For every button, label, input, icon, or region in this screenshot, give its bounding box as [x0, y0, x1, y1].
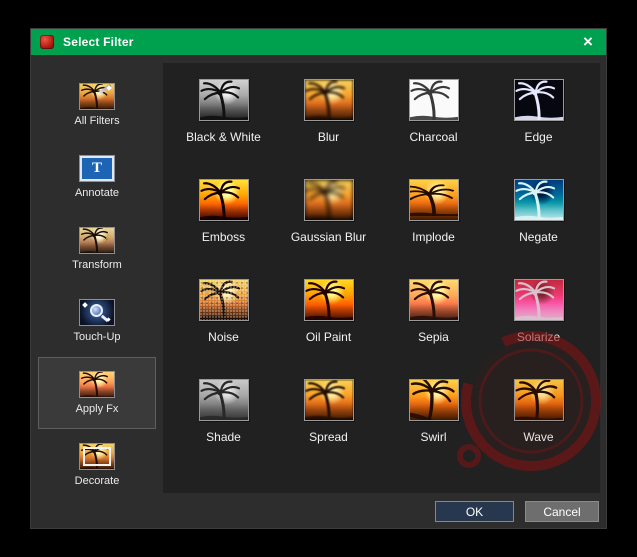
- filter-thumbnail: [198, 179, 249, 221]
- apply-fx-icon: [79, 371, 115, 398]
- category-sidebar: All Filters T Annotate → Transform Touch…: [31, 55, 163, 528]
- filter-label: Shade: [206, 430, 241, 444]
- filter-item-sepia[interactable]: Sepia: [381, 271, 486, 371]
- filter-item-emboss[interactable]: Emboss: [171, 171, 276, 271]
- filter-item-wave[interactable]: Wave: [486, 371, 591, 471]
- filter-thumbnail: [408, 279, 459, 321]
- sidebar-item-label: All Filters: [74, 115, 120, 127]
- decorate-icon: [79, 443, 115, 470]
- filter-item-black-white[interactable]: Black & White: [171, 71, 276, 171]
- touch-up-icon: [79, 299, 115, 326]
- filter-label: Negate: [519, 230, 558, 244]
- filter-label: Edge: [524, 130, 553, 144]
- filter-label: Emboss: [201, 230, 246, 244]
- filter-thumbnail: [408, 79, 459, 121]
- filter-thumbnail: [408, 379, 459, 421]
- filter-thumbnail: [198, 379, 249, 421]
- filter-thumbnail: [513, 379, 564, 421]
- filter-label: Oil Paint: [305, 330, 352, 344]
- sidebar-item-label: Transform: [72, 259, 122, 271]
- dialog-title: Select Filter: [63, 35, 134, 49]
- filter-label: Wave: [523, 430, 554, 444]
- filter-thumbnail: [198, 279, 249, 321]
- sparkle-icon: [106, 317, 111, 322]
- filter-thumbnail: [198, 79, 249, 121]
- sparkle-icon: [82, 302, 88, 308]
- filter-label: Black & White: [186, 130, 261, 144]
- titlebar: Select Filter ×: [31, 29, 606, 55]
- sidebar-item-decorate[interactable]: Decorate: [38, 429, 156, 501]
- filter-thumbnail: [513, 79, 564, 121]
- sidebar-item-transform[interactable]: → Transform: [38, 213, 156, 285]
- filter-label: Blur: [317, 130, 340, 144]
- filter-item-edge[interactable]: Edge: [486, 71, 591, 171]
- filter-label: Implode: [412, 230, 455, 244]
- filter-label: Charcoal: [409, 130, 458, 144]
- filter-grid-panel: Black & White Blur Charcoal Edge Emboss …: [163, 63, 600, 493]
- filter-thumbnail: [513, 279, 564, 321]
- filter-label: Noise: [208, 330, 239, 344]
- filter-item-oil-paint[interactable]: Oil Paint: [276, 271, 381, 371]
- select-filter-dialog: Select Filter × All Filters T Annotate →…: [30, 28, 607, 529]
- filter-item-gaussian-blur[interactable]: Gaussian Blur: [276, 171, 381, 271]
- filter-item-solarize[interactable]: Solarize: [486, 271, 591, 371]
- filter-label: Swirl: [420, 430, 447, 444]
- filter-grid: Black & White Blur Charcoal Edge Emboss …: [163, 63, 600, 471]
- sidebar-item-apply-fx[interactable]: Apply Fx: [38, 357, 156, 429]
- filter-thumbnail: [303, 179, 354, 221]
- filter-thumbnail: [303, 279, 354, 321]
- transform-icon: →: [79, 227, 115, 254]
- sidebar-item-label: Annotate: [74, 187, 120, 199]
- filter-label: Spread: [309, 430, 348, 444]
- filter-thumbnail: [408, 179, 459, 221]
- sidebar-item-touch-up[interactable]: Touch-Up: [38, 285, 156, 357]
- filter-item-spread[interactable]: Spread: [276, 371, 381, 471]
- text-letter-icon: T: [91, 160, 102, 176]
- sidebar-item-label: Touch-Up: [73, 331, 121, 343]
- sidebar-item-all-filters[interactable]: All Filters: [38, 69, 156, 141]
- filter-item-shade[interactable]: Shade: [171, 371, 276, 471]
- sidebar-item-annotate[interactable]: T Annotate: [38, 141, 156, 213]
- filter-label: Gaussian Blur: [290, 230, 367, 244]
- cancel-button[interactable]: Cancel: [525, 501, 599, 522]
- filter-label: Sepia: [418, 330, 449, 344]
- filter-item-implode[interactable]: Implode: [381, 171, 486, 271]
- app-logo-icon: [40, 35, 54, 49]
- all-filters-icon: [79, 83, 115, 110]
- filter-thumbnail: [303, 79, 354, 121]
- filter-item-noise[interactable]: Noise: [171, 271, 276, 371]
- filter-thumbnail: [513, 179, 564, 221]
- filter-item-swirl[interactable]: Swirl: [381, 371, 486, 471]
- sidebar-item-label: Apply Fx: [75, 403, 119, 415]
- filter-item-negate[interactable]: Negate: [486, 171, 591, 271]
- filter-thumbnail: [303, 379, 354, 421]
- filter-item-blur[interactable]: Blur: [276, 71, 381, 171]
- sidebar-item-label: Decorate: [74, 475, 120, 487]
- annotate-icon: T: [79, 155, 115, 182]
- filter-item-charcoal[interactable]: Charcoal: [381, 71, 486, 171]
- ok-button[interactable]: OK: [435, 501, 514, 522]
- close-icon[interactable]: ×: [576, 29, 600, 55]
- filter-label: Solarize: [516, 330, 561, 344]
